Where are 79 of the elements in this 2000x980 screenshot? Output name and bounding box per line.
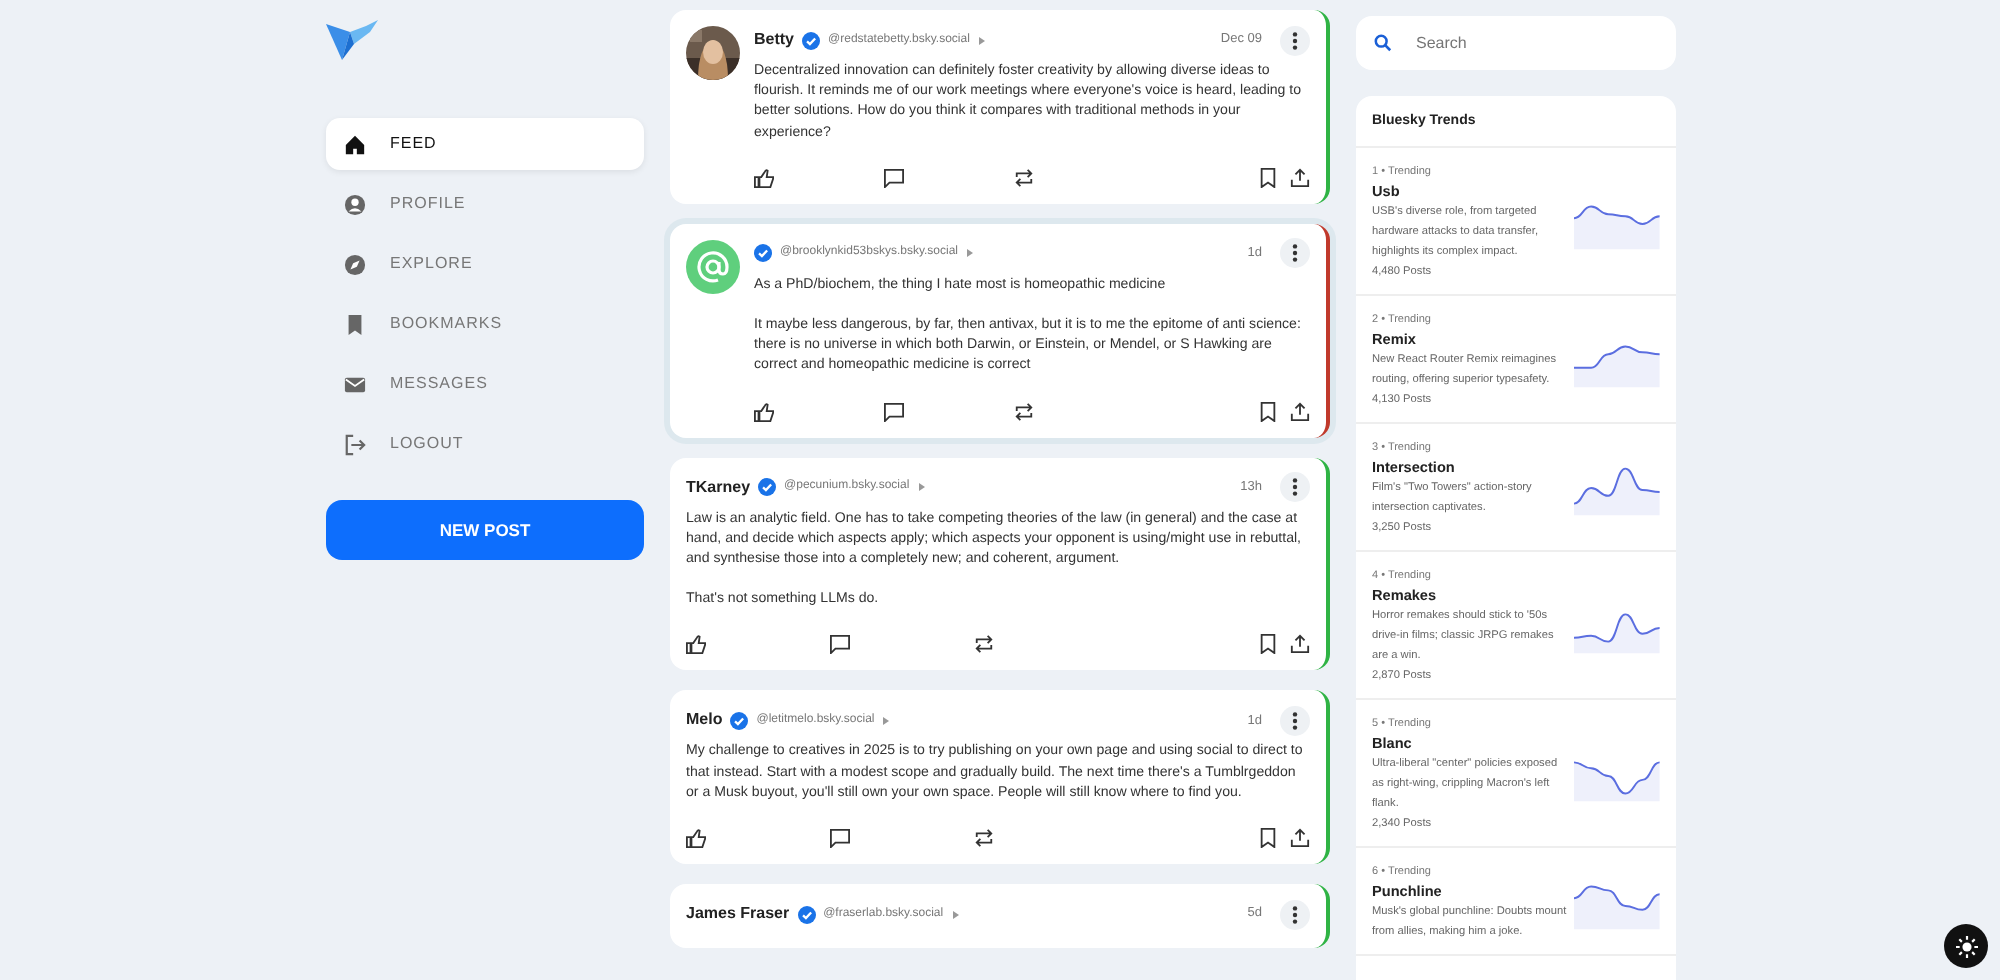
bookmark-button[interactable]	[1258, 401, 1278, 422]
bookmark-icon	[344, 313, 366, 335]
bird-logo	[326, 20, 378, 64]
bookmark-button[interactable]	[1258, 634, 1278, 655]
thumbs-up-icon	[754, 167, 774, 188]
search-input: Search	[1412, 29, 1632, 57]
repost-button[interactable]	[1014, 401, 1034, 422]
at-sign-avatar-icon	[686, 239, 740, 294]
share-button[interactable]	[1290, 167, 1310, 188]
like-button[interactable]	[754, 167, 774, 188]
share-button[interactable]	[1290, 634, 1310, 655]
chevron-icon	[951, 909, 960, 920]
thumbs-up-icon	[686, 634, 706, 655]
repost-button[interactable]	[974, 634, 994, 655]
bookmark-icon	[1258, 401, 1278, 422]
share-icon	[1290, 634, 1310, 655]
nav-item[interactable]: EXPLORE	[326, 238, 644, 290]
more-button[interactable]	[1280, 25, 1310, 55]
comment-icon	[884, 167, 904, 188]
thumbs-up-icon	[754, 401, 774, 422]
author-name: James Fraser	[686, 902, 790, 927]
chevron-icon	[977, 35, 986, 45]
theme-toggle-button[interactable]	[1944, 924, 1988, 968]
comment-button[interactable]	[884, 401, 904, 422]
share-icon	[1290, 167, 1310, 188]
more-icon	[1292, 478, 1298, 497]
nav-item[interactable]: FEED	[326, 118, 644, 170]
logout-icon	[344, 433, 366, 455]
comment-icon	[830, 828, 850, 849]
more-icon	[1292, 711, 1298, 730]
bookmark-icon	[1258, 167, 1278, 188]
bookmark-button[interactable]	[1258, 167, 1278, 188]
repost-icon	[974, 634, 994, 655]
repost-icon	[974, 828, 994, 849]
author-name: Melo	[686, 708, 723, 733]
compass-icon	[344, 253, 366, 275]
account-icon	[344, 193, 366, 215]
nav-item[interactable]: LOGOUT	[326, 418, 644, 470]
nav-item[interactable]: PROFILE	[326, 178, 644, 230]
like-button[interactable]	[754, 401, 774, 422]
comment-icon	[830, 634, 850, 655]
comment-button[interactable]	[884, 167, 904, 188]
like-button[interactable]	[686, 634, 706, 655]
thumbs-up-icon	[686, 828, 706, 849]
more-icon	[1292, 244, 1298, 263]
more-button[interactable]	[1280, 472, 1310, 503]
search-field[interactable]: Search	[1356, 16, 1676, 70]
comment-icon	[884, 401, 904, 422]
repost-button[interactable]	[1014, 167, 1034, 188]
repost-icon	[1014, 167, 1034, 188]
more-button[interactable]	[1280, 705, 1310, 736]
more-icon	[1292, 31, 1298, 49]
home-icon	[344, 133, 366, 155]
share-button[interactable]	[1290, 401, 1310, 422]
author-name: Betty	[754, 28, 795, 52]
repost-button[interactable]	[974, 828, 994, 849]
comment-button[interactable]	[830, 828, 850, 849]
search-icon	[1374, 34, 1392, 52]
new-post-button[interactable]: NEW POST	[326, 500, 644, 560]
repost-icon	[1014, 401, 1034, 422]
bookmark-icon	[1258, 828, 1278, 849]
mail-icon	[344, 373, 366, 395]
more-button[interactable]	[1280, 899, 1310, 930]
nav-item[interactable]: MESSAGES	[326, 358, 644, 410]
bookmark-icon	[1258, 634, 1278, 655]
chevron-icon	[966, 248, 975, 259]
sun-icon	[1955, 935, 1977, 957]
chevron-icon	[882, 715, 891, 726]
share-button[interactable]	[1290, 828, 1310, 849]
share-icon	[1290, 401, 1310, 422]
more-button[interactable]	[1280, 238, 1310, 269]
comment-button[interactable]	[830, 634, 850, 655]
bookmark-button[interactable]	[1258, 828, 1278, 849]
share-icon	[1290, 828, 1310, 849]
author-name: TKarney	[686, 475, 751, 500]
more-icon	[1292, 905, 1298, 924]
like-button[interactable]	[686, 828, 706, 849]
nav-item[interactable]: BOOKMARKS	[326, 298, 644, 350]
chevron-icon	[917, 482, 926, 493]
